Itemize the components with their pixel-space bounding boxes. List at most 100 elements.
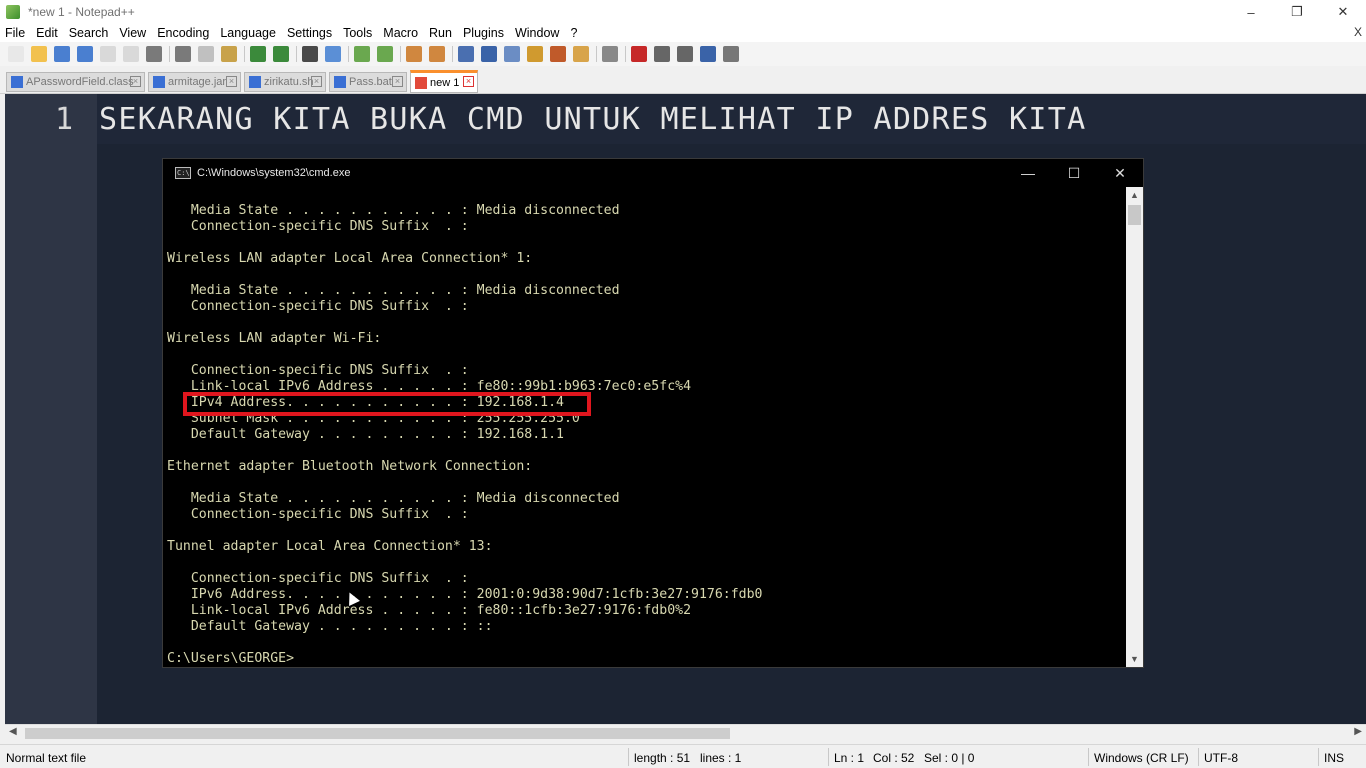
status-lines: lines : 1 (700, 751, 742, 765)
status-divider (1198, 748, 1199, 766)
menu-tools[interactable]: Tools (338, 26, 378, 40)
menu-language[interactable]: Language (215, 26, 282, 40)
cmd-output-line: Connection-specific DNS Suffix . : (167, 571, 469, 586)
tab-close-icon[interactable]: × (226, 76, 237, 87)
save-icon[interactable] (54, 46, 70, 62)
status-bar: Normal text file length : 51 lines : 1 L… (0, 744, 1366, 768)
cmd-maximize-button[interactable]: ☐ (1051, 159, 1097, 187)
cmd-close-button[interactable]: ✕ (1097, 159, 1143, 187)
redo-icon[interactable] (273, 46, 289, 62)
horizontal-scroll-thumb[interactable] (25, 728, 730, 739)
menu-encoding[interactable]: Encoding (152, 26, 215, 40)
editor-line-text[interactable]: SEKARANG KITA BUKA CMD UNTUK MELIHAT IP … (99, 102, 1086, 137)
open-file-icon[interactable] (31, 46, 47, 62)
menu-plugins[interactable]: Plugins (458, 26, 510, 40)
tab-zirikatu-sh[interactable]: zirikatu.sh × (244, 72, 326, 92)
window-title: *new 1 - Notepad++ (28, 5, 135, 19)
record-macro-icon[interactable] (631, 46, 647, 62)
menu-bar: File Edit Search View Encoding Language … (0, 24, 1366, 42)
cmd-scroll-thumb[interactable] (1128, 205, 1141, 225)
toolbar (0, 42, 1366, 66)
print-icon[interactable] (146, 46, 162, 62)
notepadpp-logo-icon (6, 5, 20, 19)
menu-window[interactable]: Window (510, 26, 565, 40)
toolbar-separator (348, 46, 349, 62)
cmd-title-bar: C:\ C:\Windows\system32\cmd.exe — ☐ ✕ (163, 159, 1143, 187)
menu-edit[interactable]: Edit (31, 26, 64, 40)
line-number: 1 (55, 102, 74, 137)
close-all-icon[interactable] (123, 46, 139, 62)
cmd-output-line: Link-local IPv6 Address . . . . . : fe80… (167, 603, 692, 618)
cmd-output-line (167, 235, 1127, 251)
menu-run[interactable]: Run (424, 26, 458, 40)
menu-file[interactable]: File (0, 26, 31, 40)
cut-icon[interactable] (175, 46, 191, 62)
replace-icon[interactable] (325, 46, 341, 62)
play-macro-icon[interactable] (677, 46, 693, 62)
scroll-left-arrow-icon[interactable]: ◀ (9, 726, 17, 737)
cmd-output-line (167, 443, 1127, 459)
tab-close-icon[interactable]: × (463, 76, 474, 87)
menu-help[interactable]: ? (565, 26, 583, 40)
horizontal-scrollbar[interactable]: ◀ ▶ (5, 724, 1366, 741)
file-icon (249, 76, 261, 88)
sync-v-icon[interactable] (406, 46, 422, 62)
scroll-down-arrow-icon[interactable]: ▼ (1126, 651, 1143, 667)
save-macro-icon[interactable] (723, 46, 739, 62)
maximize-button[interactable]: ❐ (1274, 0, 1320, 24)
zoom-in-icon[interactable] (354, 46, 370, 62)
cmd-window: C:\ C:\Windows\system32\cmd.exe — ☐ ✕ Me… (162, 158, 1144, 668)
zoom-out-icon[interactable] (377, 46, 393, 62)
menu-macro[interactable]: Macro (378, 26, 424, 40)
cmd-output-line: Media State . . . . . . . . . . . : Medi… (167, 203, 620, 218)
cmd-minimize-button[interactable]: — (1005, 159, 1051, 187)
undo-icon[interactable] (250, 46, 266, 62)
tab-close-icon[interactable]: × (392, 76, 403, 87)
doc-map-icon[interactable] (527, 46, 543, 62)
tab-apasswordfield-class[interactable]: APasswordField.class × (6, 72, 145, 92)
file-icon (153, 76, 165, 88)
toolbar-separator (625, 46, 626, 62)
sync-h-icon[interactable] (429, 46, 445, 62)
close-window-button[interactable]: ✕ (1320, 0, 1366, 24)
tab-pass-bat[interactable]: Pass.bat × (329, 72, 407, 92)
function-list-icon[interactable] (550, 46, 566, 62)
cmd-output-line: Wireless LAN adapter Local Area Connecti… (167, 251, 533, 266)
run-macro-multiple-icon[interactable] (700, 46, 716, 62)
word-wrap-icon[interactable] (458, 46, 474, 62)
tab-close-icon[interactable]: × (130, 76, 141, 87)
notepadpp-window: *new 1 - Notepad++ – ❐ ✕ File Edit Searc… (0, 0, 1366, 768)
stop-record-icon[interactable] (654, 46, 670, 62)
menu-settings[interactable]: Settings (282, 26, 338, 40)
tab-close-icon[interactable]: × (311, 76, 322, 87)
cmd-output-line: Default Gateway . . . . . . . . . : 192.… (167, 427, 564, 442)
copy-icon[interactable] (198, 46, 214, 62)
scroll-right-arrow-icon[interactable]: ▶ (1354, 726, 1362, 737)
cmd-output-line: Default Gateway . . . . . . . . . : :: (167, 619, 493, 634)
tab-armitage-jar[interactable]: armitage.jar × (148, 72, 241, 92)
folder-workspace-icon[interactable] (573, 46, 589, 62)
scroll-up-arrow-icon[interactable]: ▲ (1126, 187, 1143, 203)
monitor-icon[interactable] (602, 46, 618, 62)
tab-new-1[interactable]: new 1 × (410, 70, 478, 93)
tab-label: zirikatu.sh (264, 76, 314, 88)
minimize-button[interactable]: – (1228, 0, 1274, 24)
toolbar-separator (296, 46, 297, 62)
close-document-button[interactable]: X (1354, 25, 1362, 39)
new-file-icon[interactable] (8, 46, 24, 62)
cmd-output-line: Connection-specific DNS Suffix . : (167, 363, 469, 378)
close-icon[interactable] (100, 46, 116, 62)
status-insert-mode: INS (1324, 751, 1345, 765)
paste-icon[interactable] (221, 46, 237, 62)
save-all-icon[interactable] (77, 46, 93, 62)
cmd-output-line: Wireless LAN adapter Wi-Fi: (167, 331, 382, 346)
show-all-chars-icon[interactable] (481, 46, 497, 62)
menu-search[interactable]: Search (64, 26, 115, 40)
indent-guide-icon[interactable] (504, 46, 520, 62)
cmd-scrollbar[interactable]: ▲ ▼ (1126, 187, 1143, 667)
status-selection: Sel : 0 | 0 (924, 751, 975, 765)
status-column: Col : 52 (873, 751, 915, 765)
find-icon[interactable] (302, 46, 318, 62)
cmd-output-line: Media State . . . . . . . . . . . : Medi… (167, 283, 620, 298)
menu-view[interactable]: View (114, 26, 152, 40)
